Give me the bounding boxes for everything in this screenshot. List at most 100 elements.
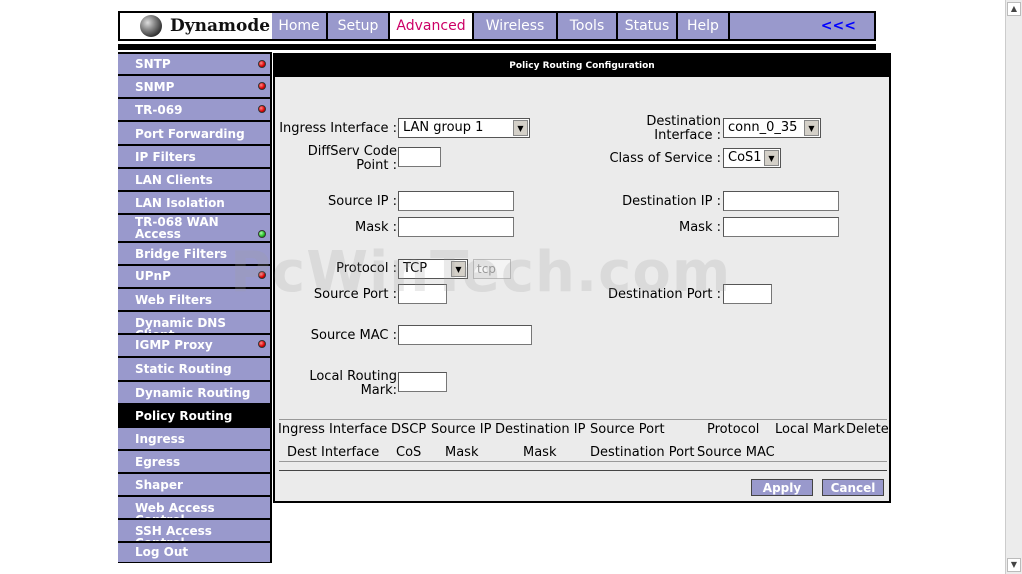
tab-help[interactable]: Help bbox=[678, 13, 730, 39]
source-port-input[interactable] bbox=[398, 284, 447, 304]
local-routing-mark-input[interactable] bbox=[398, 372, 447, 392]
page-scrollbar[interactable]: ▲ ▼ bbox=[1005, 0, 1022, 574]
sidebar-item-lan-isolation[interactable]: LAN Isolation bbox=[118, 192, 270, 213]
col-dest-mask: Mask bbox=[523, 445, 557, 460]
ingress-interface-value: LAN group 1 bbox=[403, 120, 484, 135]
destination-mask-label: Mask : bbox=[679, 220, 721, 235]
col-ingress-interface: Ingress Interface bbox=[278, 422, 388, 437]
diffserv-input[interactable] bbox=[398, 147, 441, 167]
destination-mask-input[interactable] bbox=[723, 217, 839, 237]
sidebar-item-shaper[interactable]: Shaper bbox=[118, 474, 270, 495]
sidebar-item-static-routing[interactable]: Static Routing bbox=[118, 358, 270, 380]
table-divider bbox=[279, 461, 887, 462]
sidebar-item-bridge-filters[interactable]: Bridge Filters bbox=[118, 243, 270, 264]
destination-interface-label: Destination Interface : bbox=[646, 114, 721, 143]
destination-ip-label: Destination IP : bbox=[622, 194, 721, 209]
tab-wireless[interactable]: Wireless bbox=[474, 13, 558, 39]
sidebar-item-port-forwarding[interactable]: Port Forwarding bbox=[118, 122, 270, 144]
sidebar-item-label: Port Forwarding bbox=[135, 127, 245, 141]
logo-text: Dynamode bbox=[170, 16, 271, 36]
tab-setup[interactable]: Setup bbox=[328, 13, 390, 39]
col-destination-port: Destination Port bbox=[590, 445, 695, 460]
tab-advanced[interactable]: Advanced bbox=[390, 13, 474, 39]
sidebar-item-label: Dynamic DNS Client bbox=[135, 316, 226, 333]
sidebar-item-egress[interactable]: Egress bbox=[118, 451, 270, 472]
table-divider bbox=[279, 419, 887, 420]
class-of-service-select[interactable]: CoS1 ▼ bbox=[723, 148, 781, 168]
sidebar-item-dynamic-dns-client[interactable]: Dynamic DNS Client bbox=[118, 312, 270, 333]
sidebar-item-dynamic-routing[interactable]: Dynamic Routing bbox=[118, 382, 270, 403]
protocol-text-input[interactable] bbox=[473, 259, 511, 279]
sidebar-item-policy-routing[interactable]: Policy Routing bbox=[118, 405, 270, 426]
source-mask-label: Mask : bbox=[355, 220, 397, 235]
sidebar-item-label: Egress bbox=[135, 455, 181, 469]
chevron-down-icon: ▼ bbox=[764, 150, 779, 166]
cancel-button[interactable]: Cancel bbox=[822, 479, 884, 496]
destination-ip-input[interactable] bbox=[723, 191, 839, 211]
chevron-down-icon: ▼ bbox=[513, 120, 528, 136]
status-red-icon bbox=[258, 82, 266, 90]
class-of-service-value: CoS1 bbox=[728, 150, 762, 165]
ingress-interface-label: Ingress Interface : bbox=[279, 121, 397, 136]
scroll-down-icon[interactable]: ▼ bbox=[1007, 558, 1021, 572]
sidebar-item-label: Web Access Control bbox=[135, 501, 215, 518]
sidebar-item-web-filters[interactable]: Web Filters bbox=[118, 289, 270, 310]
protocol-select[interactable]: TCP ▼ bbox=[398, 259, 468, 279]
col-source-ip: Source IP bbox=[431, 422, 492, 437]
local-routing-mark-label: Local Routing Mark: bbox=[309, 369, 397, 398]
scroll-up-icon[interactable]: ▲ bbox=[1007, 2, 1021, 16]
col-source-port: Source Port bbox=[590, 422, 665, 437]
sidebar-item-label: Policy Routing bbox=[135, 409, 233, 423]
sidebar-item-ip-filters[interactable]: IP Filters bbox=[118, 146, 270, 167]
header-divider bbox=[118, 44, 876, 50]
sidebar-item-ingress[interactable]: Ingress bbox=[118, 428, 270, 449]
back-link[interactable]: <<< bbox=[821, 13, 856, 39]
sidebar-item-label: Log Out bbox=[135, 545, 189, 559]
destination-port-input[interactable] bbox=[723, 284, 772, 304]
sidebar-item-label: Dynamic Routing bbox=[135, 386, 251, 400]
destination-interface-select[interactable]: conn_0_35 ▼ bbox=[723, 118, 821, 138]
tab-tools[interactable]: Tools bbox=[558, 13, 618, 39]
protocol-label: Protocol : bbox=[336, 261, 397, 276]
sidebar-item-label: Bridge Filters bbox=[135, 247, 228, 261]
protocol-value: TCP bbox=[403, 261, 428, 276]
sidebar-item-tr068-wan-access[interactable]: TR-068 WAN Access bbox=[118, 215, 270, 241]
sidebar-item-lan-clients[interactable]: LAN Clients bbox=[118, 169, 270, 190]
col-destination-ip: Destination IP bbox=[495, 422, 586, 437]
sidebar-item-label: IGMP Proxy bbox=[135, 338, 213, 352]
sidebar-item-label: LAN Isolation bbox=[135, 196, 225, 210]
source-ip-label: Source IP : bbox=[328, 194, 397, 209]
source-mac-input[interactable] bbox=[398, 325, 532, 345]
sidebar-item-tr069[interactable]: TR-069 bbox=[118, 99, 270, 120]
chevron-down-icon: ▼ bbox=[451, 261, 466, 277]
destination-interface-value: conn_0_35 bbox=[728, 120, 798, 135]
sidebar-item-ssh-access-control[interactable]: SSH Access Control bbox=[118, 520, 270, 541]
sidebar-item-igmp-proxy[interactable]: IGMP Proxy bbox=[118, 335, 270, 356]
tab-status[interactable]: Status bbox=[618, 13, 678, 39]
col-cos: CoS bbox=[396, 445, 422, 460]
status-green-icon bbox=[258, 230, 266, 238]
sidebar-item-log-out[interactable]: Log Out bbox=[118, 543, 270, 562]
sidebar-item-upnp[interactable]: UPnP bbox=[118, 266, 270, 287]
sidebar-item-web-access-control[interactable]: Web Access Control bbox=[118, 497, 270, 518]
sidebar-item-sntp[interactable]: SNTP bbox=[118, 54, 270, 74]
ingress-interface-select[interactable]: LAN group 1 ▼ bbox=[398, 118, 530, 138]
source-ip-input[interactable] bbox=[398, 191, 514, 211]
table-bottom-divider bbox=[279, 470, 887, 471]
sidebar-item-label: Ingress bbox=[135, 432, 185, 446]
tab-home[interactable]: Home bbox=[272, 13, 328, 39]
sidebar-item-label: TR-068 WAN Access bbox=[135, 215, 219, 241]
sidebar-item-label: Shaper bbox=[135, 478, 183, 492]
col-source-mask: Mask bbox=[445, 445, 479, 460]
panel-title: Policy Routing Configuration bbox=[275, 55, 889, 77]
logo-sphere-icon bbox=[140, 15, 162, 37]
sidebar-item-label: LAN Clients bbox=[135, 173, 213, 187]
chevron-down-icon: ▼ bbox=[804, 120, 819, 136]
col-delete: Delete bbox=[846, 422, 889, 437]
sidebar-item-snmp[interactable]: SNMP bbox=[118, 76, 270, 97]
source-mask-input[interactable] bbox=[398, 217, 514, 237]
source-port-label: Source Port : bbox=[313, 287, 397, 302]
apply-button[interactable]: Apply bbox=[751, 479, 813, 496]
source-mac-label: Source MAC : bbox=[310, 328, 397, 343]
sidebar-item-label: Static Routing bbox=[135, 362, 232, 376]
